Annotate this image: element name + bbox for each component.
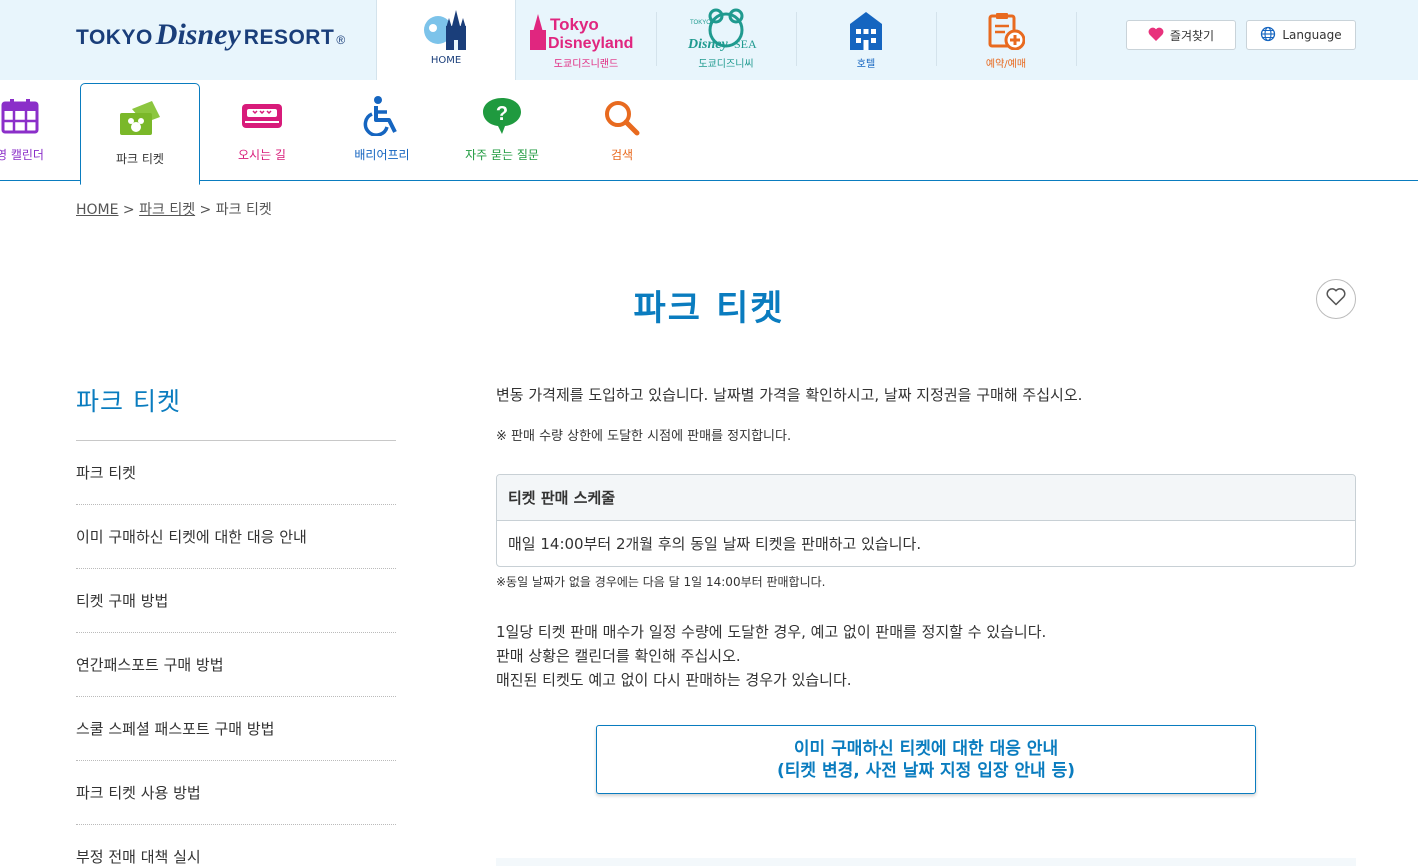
svg-text:SEA: SEA xyxy=(734,37,757,51)
park-tab-reservation[interactable]: 예약/예매 xyxy=(936,0,1076,80)
sidebar-list: 파크 티켓 이미 구매하신 티켓에 대한 대응 안내 티켓 구매 방법 연간패스… xyxy=(76,441,396,866)
logo-text-resort: RESORT xyxy=(243,26,335,49)
logo-text-disney: Disney xyxy=(155,18,241,51)
sidebar-item-school-passport[interactable]: 스쿨 스페셜 패스포트 구매 방법 xyxy=(76,697,396,761)
subnav-item-access-label: 오시는 길 xyxy=(238,148,286,162)
ticket-schedule-body: 매일 14:00부터 2개월 후의 동일 날짜 티켓을 판매하고 있습니다. xyxy=(508,535,922,553)
subnav-item-search-label: 검색 xyxy=(610,148,634,162)
cta-line-1: 이미 구매하신 티켓에 대한 대응 안내 xyxy=(793,738,1059,759)
breadcrumb-separator: > xyxy=(195,202,216,218)
sidebar-item-annual-passport[interactable]: 연간패스포트 구매 방법 xyxy=(76,633,396,697)
sales-info-line: 매진된 티켓도 예고 없이 다시 판매하는 경우가 있습니다. xyxy=(496,671,852,689)
wheelchair-icon xyxy=(363,96,401,140)
park-tab-home-label: HOME xyxy=(430,55,462,66)
subnav-item-faq[interactable]: ? 자주 묻는 질문 xyxy=(442,80,562,181)
sidebar-item-park-tickets[interactable]: 파크 티켓 xyxy=(76,441,396,505)
question-bubble-icon: ? xyxy=(481,96,523,140)
svg-text:Disney: Disney xyxy=(687,37,728,52)
ticket-schedule-heading: 티켓 판매 스케줄 xyxy=(497,475,1355,521)
subnav-item-search[interactable]: 검색 xyxy=(562,80,682,181)
park-tab-disneyland-label: 도쿄디즈니랜드 xyxy=(553,59,619,70)
disneyland-logo-icon: Tokyo Disneyland xyxy=(528,10,644,56)
sales-limit-note: ※ 판매 수량 상한에 도달한 시점에 판매를 정지합니다. xyxy=(496,429,792,444)
sidebar-item-how-to-buy[interactable]: 티켓 구매 방법 xyxy=(76,569,396,633)
sidebar-item-how-to-use[interactable]: 파크 티켓 사용 방법 xyxy=(76,761,396,825)
language-button[interactable]: Language xyxy=(1246,20,1356,50)
global-header: TOKYO Disney RESORT ® HOME Tokyo Disneyl… xyxy=(0,0,1418,82)
heart-outline-icon xyxy=(1326,288,1346,310)
ticket-icon xyxy=(118,99,162,141)
park-tab-hotel-label: 호텔 xyxy=(856,59,876,70)
logo-registered: ® xyxy=(336,33,346,47)
svg-text:Disneyland: Disneyland xyxy=(548,35,633,52)
subnav-item-calendar-label: 영 캘린더 xyxy=(0,148,44,162)
header-divider xyxy=(1076,12,1077,66)
park-tab-hotel[interactable]: 호텔 xyxy=(796,0,936,80)
sidebar-item-purchased-ticket-guide[interactable]: 이미 구매하신 티켓에 대한 대응 안내 xyxy=(76,505,396,569)
globe-icon xyxy=(1260,26,1276,45)
train-icon xyxy=(241,102,283,136)
park-tab-home[interactable]: HOME xyxy=(376,0,516,82)
purchased-ticket-guide-button[interactable]: 이미 구매하신 티켓에 대한 대응 안내 (티켓 변경, 사전 날짜 지정 입장… xyxy=(596,725,1256,794)
schedule-note: ※동일 날짜가 없을 경우에는 다음 달 1일 14:00부터 판매합니다. xyxy=(496,575,826,589)
svg-text:TOKYO: TOKYO xyxy=(690,20,711,26)
sub-navigation: 영 캘린더 파크 티켓 오시는 길 배리어프리 ? 자주 묻는 질문 검색 xyxy=(0,80,1418,185)
breadcrumb-home-link[interactable]: HOME xyxy=(76,202,118,218)
breadcrumb-current: 파크 티켓 xyxy=(215,202,272,218)
subnav-item-barrierfree[interactable]: 배리어프리 xyxy=(322,80,442,181)
hotel-building-icon xyxy=(848,12,884,54)
sidebar-title: 파크 티켓 xyxy=(76,382,396,441)
heart-icon xyxy=(1148,27,1164,44)
breadcrumb: HOME > 파크 티켓 > 파크 티켓 xyxy=(76,199,272,219)
search-icon xyxy=(604,100,640,140)
castle-icon xyxy=(422,10,470,56)
main-content: 변동 가격제를 도입하고 있습니다. 날짜별 가격을 확인하시고, 날짜 지정권… xyxy=(496,383,1356,794)
subnav-item-faq-label: 자주 묻는 질문 xyxy=(465,148,539,162)
park-tab-disneysea-label: 도쿄디즈니씨 xyxy=(698,59,754,70)
sidebar: 파크 티켓 파크 티켓 이미 구매하신 티켓에 대한 대응 안내 티켓 구매 방… xyxy=(76,382,396,866)
subnav-item-tickets[interactable]: 파크 티켓 xyxy=(80,83,200,185)
subnav-item-tickets-label: 파크 티켓 xyxy=(116,152,164,166)
disneysea-logo-icon: TOKYO Disney SEA xyxy=(686,8,766,56)
language-label: Language xyxy=(1282,28,1342,42)
calendar-icon xyxy=(1,98,39,138)
breadcrumb-separator: > xyxy=(118,202,140,218)
favorites-label: 즐겨찾기 xyxy=(1169,28,1215,43)
subnav-item-barrierfree-label: 배리어프리 xyxy=(354,148,410,162)
sales-info-line: 1일당 티켓 판매 매수가 일정 수량에 도달한 경우, 예고 없이 판매를 정… xyxy=(496,623,1047,641)
svg-text:?: ? xyxy=(496,103,508,125)
intro-text: 변동 가격제를 도입하고 있습니다. 날짜별 가격을 확인하시고, 날짜 지정권… xyxy=(496,386,1083,404)
sales-info-line: 판매 상황은 캘린더를 확인해 주십시오. xyxy=(496,647,741,665)
svg-text:Tokyo: Tokyo xyxy=(550,15,599,34)
park-tab-disneysea[interactable]: TOKYO Disney SEA 도쿄디즈니씨 xyxy=(656,0,796,80)
sidebar-item-anti-resale[interactable]: 부정 전매 대책 실시 xyxy=(76,825,396,866)
tokyo-disney-resort-logo[interactable]: TOKYO Disney RESORT ® xyxy=(76,18,345,52)
park-tab-disneyland[interactable]: Tokyo Disneyland 도쿄디즈니랜드 xyxy=(516,0,656,80)
sales-info-paragraph: 1일당 티켓 판매 매수가 일정 수량에 도달한 경우, 예고 없이 판매를 정… xyxy=(496,620,1356,692)
page-title: 파크 티켓 xyxy=(633,289,785,329)
logo-text-tokyo: TOKYO xyxy=(76,26,153,49)
subnav-item-access[interactable]: 오시는 길 xyxy=(202,80,322,181)
clipboard-plus-icon xyxy=(987,12,1026,54)
next-section-edge xyxy=(496,858,1356,866)
favorites-button[interactable]: 즐겨찾기 xyxy=(1126,20,1236,50)
ticket-schedule-box: 티켓 판매 스케줄 매일 14:00부터 2개월 후의 동일 날짜 티켓을 판매… xyxy=(496,474,1356,567)
subnav-item-calendar[interactable]: 영 캘린더 xyxy=(0,80,80,181)
add-favorite-button[interactable] xyxy=(1316,279,1356,319)
cta-line-2: (티켓 변경, 사전 날짜 지정 입장 안내 등) xyxy=(776,760,1076,781)
breadcrumb-tickets-link[interactable]: 파크 티켓 xyxy=(139,202,195,218)
park-tab-reservation-label: 예약/예매 xyxy=(985,59,1027,70)
